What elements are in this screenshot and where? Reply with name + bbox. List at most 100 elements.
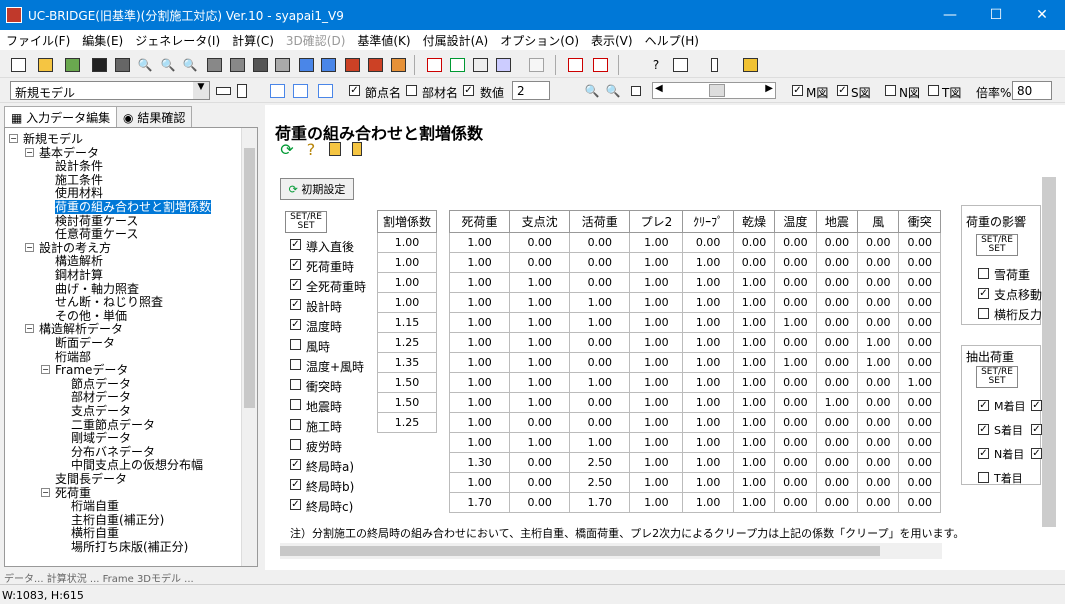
case-checkbox[interactable]: ✓	[290, 479, 301, 490]
zoom-in-icon[interactable]: 🔍	[158, 55, 178, 75]
table-cell[interactable]: 1.00	[774, 312, 817, 333]
table-cell[interactable]: 1.00	[732, 312, 776, 333]
table-cell[interactable]: 1.00	[509, 312, 571, 333]
table-cell[interactable]: 1.00	[448, 392, 511, 413]
table-cell[interactable]: 1.00	[629, 292, 684, 313]
table-cell[interactable]: 1.00	[682, 292, 734, 313]
tree-node[interactable]: 中間支点上の仮想分布幅	[71, 458, 203, 472]
m-focus-checkbox[interactable]: ✓	[978, 400, 989, 411]
table-cell[interactable]: 1.00	[682, 452, 734, 473]
zoom-out-icon[interactable]: 🔍	[180, 55, 200, 75]
menu-file[interactable]: ファイル(F)	[0, 32, 76, 49]
layout1-icon[interactable]	[267, 81, 287, 101]
s-focus-checkbox[interactable]: ✓	[978, 424, 989, 435]
tree-node[interactable]: 検討荷重ケース	[55, 214, 138, 228]
table-cell[interactable]: 0.00	[815, 352, 859, 373]
table-cell[interactable]: 0.00	[898, 472, 941, 493]
s-view-checkbox[interactable]: ✓	[837, 85, 848, 96]
table-cell[interactable]: 1.00	[509, 272, 571, 293]
save-icon[interactable]	[89, 55, 109, 75]
slider-thumb[interactable]	[709, 84, 725, 97]
table-cell[interactable]: 0.00	[569, 412, 631, 433]
snow-load-checkbox[interactable]	[978, 268, 989, 279]
case-checkbox[interactable]	[290, 419, 301, 430]
tree-node[interactable]: せん断・ねじり照査	[55, 295, 163, 309]
tree-node[interactable]: 構造解析データ	[39, 322, 123, 336]
structure-icon[interactable]	[272, 55, 292, 75]
table-cell[interactable]: 1.00	[815, 392, 859, 413]
menu-help[interactable]: ヘルプ(H)	[639, 32, 705, 49]
3d-icon[interactable]	[526, 55, 546, 75]
tab-result-check[interactable]: ◉ 結果確認	[116, 106, 193, 128]
table-cell[interactable]: 1.00	[629, 332, 684, 353]
factor-cell[interactable]: 1.35	[377, 352, 437, 373]
table-cell[interactable]: 1.00	[448, 332, 511, 353]
table-cell[interactable]: 1.00	[509, 372, 571, 393]
table-cell[interactable]: 1.00	[732, 492, 776, 513]
table-cell[interactable]: 1.00	[629, 352, 684, 373]
tree-node[interactable]: Frameデータ	[55, 363, 128, 377]
table-cell[interactable]: 1.00	[448, 312, 511, 333]
scroll-thumb[interactable]	[280, 546, 880, 556]
table-cell[interactable]: 0.00	[774, 392, 817, 413]
table-cell[interactable]: 0.00	[898, 332, 941, 353]
case-checkbox[interactable]: ✓	[290, 319, 301, 330]
tree-node[interactable]: 曲げ・軸力照査	[55, 282, 139, 296]
tree-node[interactable]: 設計条件	[55, 159, 103, 173]
table-cell[interactable]: 0.00	[898, 432, 941, 453]
table-cell[interactable]: 0.00	[774, 292, 817, 313]
table-cell[interactable]: 0.00	[774, 472, 817, 493]
table-cell[interactable]: 0.00	[815, 292, 859, 313]
table-cell[interactable]: 1.00	[682, 392, 734, 413]
table-cell[interactable]: 0.00	[857, 232, 900, 253]
tree-node[interactable]: 二重節点データ	[71, 418, 155, 432]
table-cell[interactable]: 1.00	[509, 352, 571, 373]
table-cell[interactable]: 2.50	[569, 452, 631, 473]
tree-expand-icon[interactable]: −	[9, 134, 18, 143]
table-cell[interactable]: 0.00	[815, 492, 859, 513]
table-cell[interactable]: 1.00	[732, 452, 776, 473]
table-cell[interactable]: 1.00	[774, 352, 817, 373]
m-focus-extra-checkbox[interactable]: ✓	[1031, 400, 1042, 411]
model-select[interactable]: 新規モデル ▼	[10, 81, 210, 100]
table-cell[interactable]: 1.00	[509, 332, 571, 353]
help-icon[interactable]: ?	[646, 55, 666, 75]
table-cell[interactable]: 1.00	[629, 372, 684, 393]
factor-cell[interactable]: 1.00	[377, 272, 437, 293]
tree-node[interactable]: 支点データ	[71, 404, 131, 418]
table-cell[interactable]: 0.00	[898, 292, 941, 313]
graph-icon[interactable]	[424, 55, 444, 75]
print-icon[interactable]	[204, 55, 224, 75]
table-cell[interactable]: 1.00	[629, 392, 684, 413]
table-cell[interactable]: 1.00	[448, 272, 511, 293]
open-folder-icon[interactable]	[62, 55, 82, 75]
table-cell[interactable]: 0.00	[898, 312, 941, 333]
tree-node[interactable]: 主桁自重(補正分)	[71, 513, 164, 527]
case-checkbox[interactable]: ✓	[290, 279, 301, 290]
spin-icon[interactable]	[213, 81, 233, 101]
table-cell[interactable]: 1.00	[448, 352, 511, 373]
table-cell[interactable]: 0.00	[857, 392, 900, 413]
table-cell[interactable]: 1.00	[732, 292, 776, 313]
help-icon[interactable]: ?	[301, 139, 321, 159]
table-cell[interactable]: 0.00	[732, 232, 776, 253]
chart-icon[interactable]	[342, 55, 362, 75]
table-cell[interactable]: 0.00	[774, 452, 817, 473]
factor-cell[interactable]: 1.50	[377, 372, 437, 393]
table-cell[interactable]: 1.00	[682, 352, 734, 373]
table-cell[interactable]: 1.00	[682, 312, 734, 333]
slider-left-icon[interactable]: ◀	[655, 83, 663, 94]
table-cell[interactable]: 0.00	[509, 492, 571, 513]
table-cell[interactable]: 0.00	[898, 452, 941, 473]
table-cell[interactable]: 0.00	[732, 252, 776, 273]
table-cell[interactable]: 1.00	[448, 252, 511, 273]
factor-cell[interactable]: 1.00	[377, 292, 437, 313]
factor-cell[interactable]: 1.25	[377, 412, 437, 433]
vertical-scrollbar[interactable]	[1042, 177, 1056, 527]
table-cell[interactable]: 1.00	[682, 412, 734, 433]
table-cell[interactable]: 0.00	[569, 332, 631, 353]
table-cell[interactable]: 1.00	[682, 252, 734, 273]
table-cell[interactable]: 0.00	[815, 452, 859, 473]
table-cell[interactable]: 1.00	[629, 492, 684, 513]
grid-icon[interactable]	[318, 55, 338, 75]
